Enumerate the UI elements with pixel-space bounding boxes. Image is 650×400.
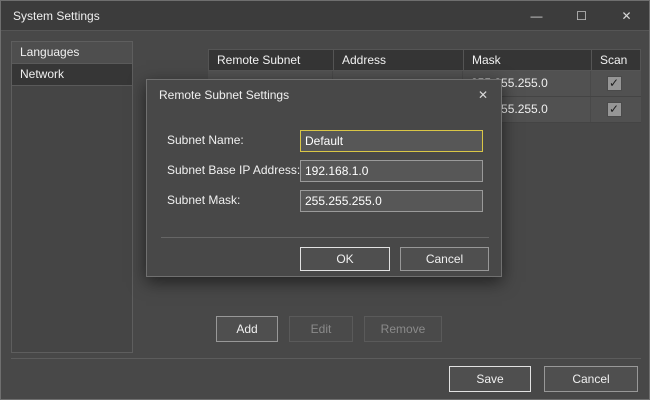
sidebar-item-label: Network [20, 67, 64, 81]
window-title: System Settings [1, 9, 100, 23]
subnet-mask-input[interactable] [300, 190, 483, 212]
scan-checkbox[interactable]: ✓ [607, 102, 622, 117]
sidebar-item-network[interactable]: Network [12, 64, 132, 86]
cancel-button[interactable]: Cancel [544, 366, 638, 392]
sidebar-item-label: Languages [20, 45, 79, 59]
dialog-cancel-button[interactable]: Cancel [400, 247, 489, 271]
close-icon: ✕ [621, 9, 631, 23]
subnet-name-label: Subnet Name: [167, 133, 244, 147]
minimize-button[interactable]: — [514, 1, 559, 30]
dialog-divider [161, 237, 489, 238]
window-titlebar: System Settings — ☐ ✕ [1, 1, 649, 31]
dialog-title: Remote Subnet Settings [147, 88, 289, 102]
sidebar-item-languages[interactable]: Languages [12, 42, 132, 64]
column-header-remote-subnet[interactable]: Remote Subnet [209, 50, 334, 70]
maximize-icon: ☐ [576, 9, 587, 23]
column-header-mask[interactable]: Mask [464, 50, 592, 70]
minimize-icon: — [531, 9, 543, 23]
remote-subnet-settings-dialog: Remote Subnet Settings ✕ Subnet Name: Su… [146, 79, 502, 277]
subnet-base-ip-row: Subnet Base IP Address: [147, 160, 501, 182]
footer-divider [11, 358, 641, 359]
window-controls: — ☐ ✕ [514, 1, 649, 30]
ok-button[interactable]: OK [300, 247, 390, 271]
subnet-name-input[interactable] [300, 130, 483, 152]
close-button[interactable]: ✕ [604, 1, 649, 30]
system-settings-window: System Settings — ☐ ✕ Languages Network … [0, 0, 650, 400]
subnet-mask-row: Subnet Mask: [147, 190, 501, 212]
subnet-name-row: Subnet Name: [147, 130, 501, 152]
subnet-base-ip-input[interactable] [300, 160, 483, 182]
cell-scan: ✓ [591, 97, 637, 122]
add-button[interactable]: Add [216, 316, 278, 342]
dialog-titlebar: Remote Subnet Settings ✕ [147, 80, 501, 110]
dialog-close-button[interactable]: ✕ [465, 80, 501, 110]
settings-category-list: Languages Network [11, 41, 133, 353]
table-header: Remote Subnet Address Mask Scan [208, 49, 641, 71]
cell-scan: ✓ [591, 71, 637, 96]
close-icon: ✕ [478, 88, 488, 102]
column-header-address[interactable]: Address [334, 50, 464, 70]
edit-button[interactable]: Edit [289, 316, 353, 342]
scan-checkbox[interactable]: ✓ [607, 76, 622, 91]
save-button[interactable]: Save [449, 366, 531, 392]
subnet-base-ip-label: Subnet Base IP Address: [167, 163, 300, 177]
column-header-scan[interactable]: Scan [592, 50, 638, 70]
subnet-mask-label: Subnet Mask: [167, 193, 240, 207]
maximize-button[interactable]: ☐ [559, 1, 604, 30]
remove-button[interactable]: Remove [364, 316, 442, 342]
